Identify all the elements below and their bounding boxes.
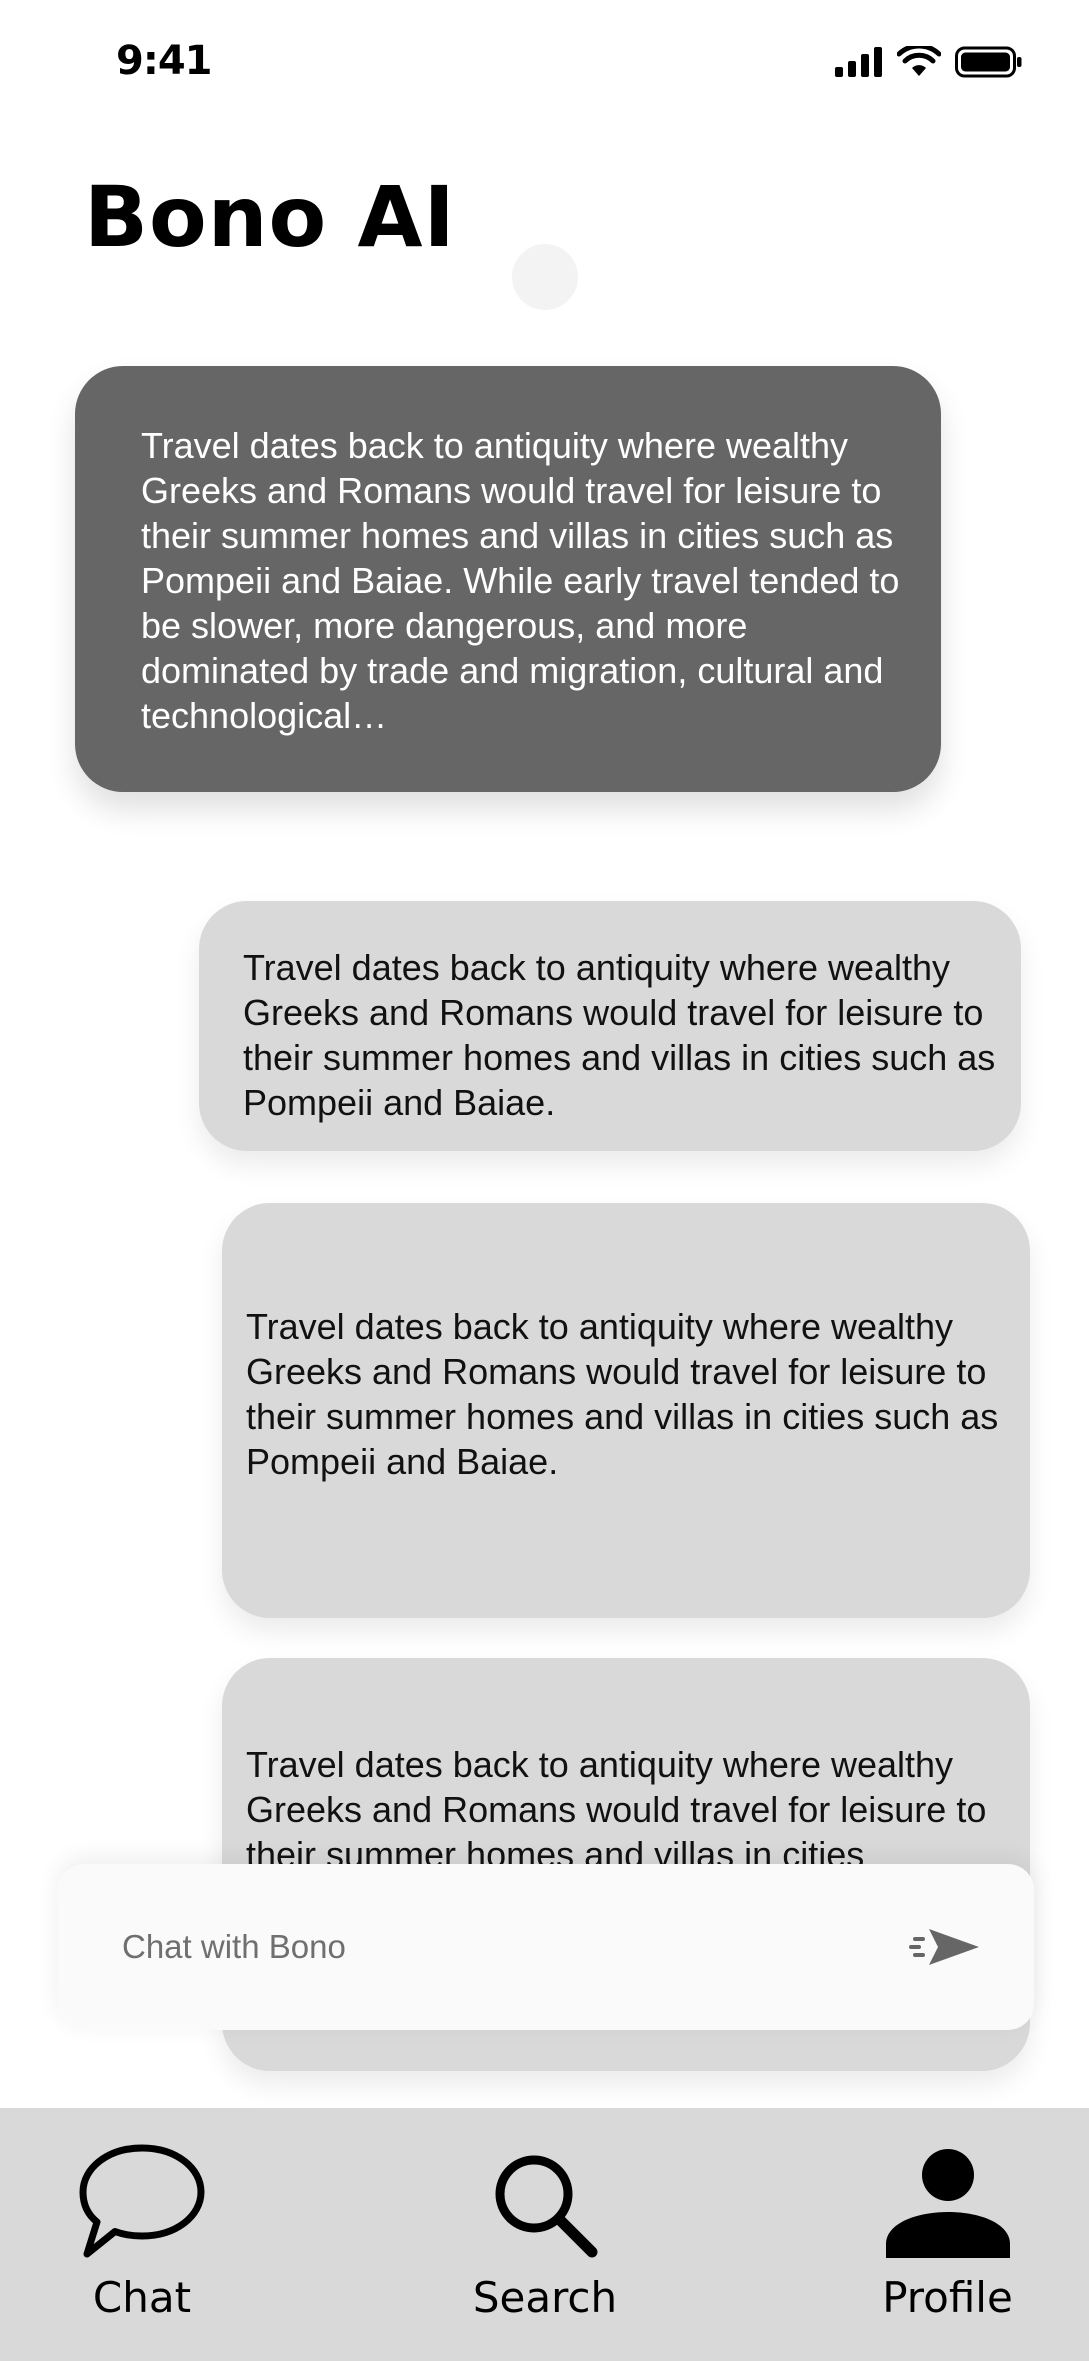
send-icon bbox=[909, 1929, 979, 1965]
user-message-bubble[interactable]: Travel dates back to antiquity where wea… bbox=[199, 901, 1021, 1151]
chat-input-bar bbox=[58, 1864, 1034, 2030]
status-icons bbox=[835, 46, 1023, 78]
search-icon bbox=[495, 2155, 598, 2258]
person-icon bbox=[885, 2149, 1010, 2258]
cellular-signal-icon bbox=[835, 47, 882, 77]
wifi-icon bbox=[897, 46, 941, 76]
tab-label: Profile bbox=[882, 2273, 1013, 2322]
status-time: 9:41 bbox=[116, 38, 212, 84]
battery-icon bbox=[955, 46, 1022, 78]
chat-input[interactable] bbox=[122, 1914, 882, 1980]
send-button[interactable] bbox=[908, 1916, 982, 1978]
status-bar: 9:41 bbox=[0, 0, 1089, 130]
assistant-message-bubble[interactable]: Travel dates back to antiquity where wea… bbox=[75, 366, 941, 792]
tab-label: Chat bbox=[92, 2273, 192, 2322]
decorative-dot bbox=[512, 244, 578, 310]
user-message-bubble[interactable]: Travel dates back to antiquity where wea… bbox=[222, 1203, 1030, 1618]
tab-label: Search bbox=[472, 2273, 618, 2322]
chat-bubble-icon bbox=[79, 2144, 205, 2258]
app-title: Bono AI bbox=[84, 168, 456, 266]
tab-chat[interactable]: Chat bbox=[72, 2108, 212, 2361]
tab-search[interactable]: Search bbox=[460, 2108, 630, 2361]
tab-profile[interactable]: Profile bbox=[870, 2108, 1025, 2361]
tab-bar: Chat Search Profile bbox=[0, 2108, 1089, 2361]
